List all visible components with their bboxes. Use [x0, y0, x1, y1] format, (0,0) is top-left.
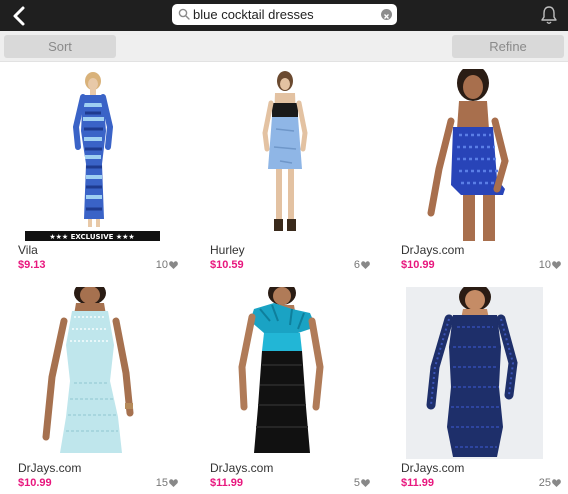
product-price: $10.59 — [210, 259, 244, 271]
like-count-value: 15 — [155, 477, 168, 489]
sort-button[interactable]: Sort — [4, 35, 116, 58]
like-count-value: 6 — [353, 259, 360, 271]
heart-icon — [552, 479, 561, 487]
like-count-value: 10 — [538, 259, 551, 271]
refine-button[interactable]: Refine — [452, 35, 564, 58]
like-count-value: 25 — [538, 477, 551, 489]
heart-icon — [169, 261, 178, 269]
product-price: $9.13 — [18, 259, 46, 271]
product-image[interactable] — [210, 69, 352, 241]
like-count[interactable]: 6 — [354, 259, 370, 271]
heart-icon — [552, 261, 561, 269]
product-brand: DrJays.com — [18, 461, 82, 475]
product-price: $11.99 — [401, 477, 435, 489]
product-image[interactable] — [18, 287, 160, 459]
like-count[interactable]: 15 — [156, 477, 178, 489]
like-count[interactable]: 10 — [539, 259, 561, 271]
product-brand: Vila — [18, 243, 38, 257]
product-image[interactable] — [210, 287, 352, 459]
product-image[interactable]: ★★★ EXCLUSIVE ★★★ — [18, 69, 160, 241]
clear-search-icon[interactable] — [381, 9, 392, 20]
product-price: $10.99 — [18, 477, 52, 489]
filter-toolbar: Sort Refine — [0, 31, 568, 62]
product-brand: Hurley — [210, 243, 245, 257]
like-count-value: 5 — [353, 477, 360, 489]
product-card[interactable]: DrJays.com $10.99 10 — [401, 69, 561, 281]
product-brand: DrJays.com — [401, 461, 465, 475]
product-image[interactable] — [401, 287, 543, 459]
product-brand: DrJays.com — [401, 243, 465, 257]
search-icon — [178, 8, 190, 20]
product-card[interactable]: ★★★ EXCLUSIVE ★★★ Vila $9.13 10 — [18, 69, 178, 281]
bell-icon — [541, 6, 557, 24]
product-card[interactable]: DrJays.com $11.99 5 — [210, 287, 370, 494]
exclusive-badge: ★★★ EXCLUSIVE ★★★ — [49, 233, 134, 241]
product-card[interactable]: DrJays.com $10.99 15 — [18, 287, 178, 494]
product-price: $11.99 — [210, 477, 244, 489]
product-card[interactable]: DrJays.com $11.99 25 — [401, 287, 561, 494]
close-icon — [384, 14, 389, 19]
search-input[interactable] — [193, 5, 373, 24]
heart-icon — [361, 479, 370, 487]
product-image[interactable] — [401, 69, 543, 241]
back-button[interactable] — [9, 5, 31, 27]
chevron-left-icon — [13, 6, 25, 26]
top-bar — [0, 0, 568, 31]
like-count[interactable]: 10 — [156, 259, 178, 271]
like-count[interactable]: 5 — [354, 477, 370, 489]
like-count-value: 10 — [155, 259, 168, 271]
product-brand: DrJays.com — [210, 461, 274, 475]
heart-icon — [361, 261, 370, 269]
like-count[interactable]: 25 — [539, 477, 561, 489]
product-card[interactable]: Hurley $10.59 6 — [210, 69, 370, 281]
heart-icon — [169, 479, 178, 487]
search-box[interactable] — [172, 4, 397, 25]
product-price: $10.99 — [401, 259, 435, 271]
notifications-button[interactable] — [538, 4, 560, 26]
